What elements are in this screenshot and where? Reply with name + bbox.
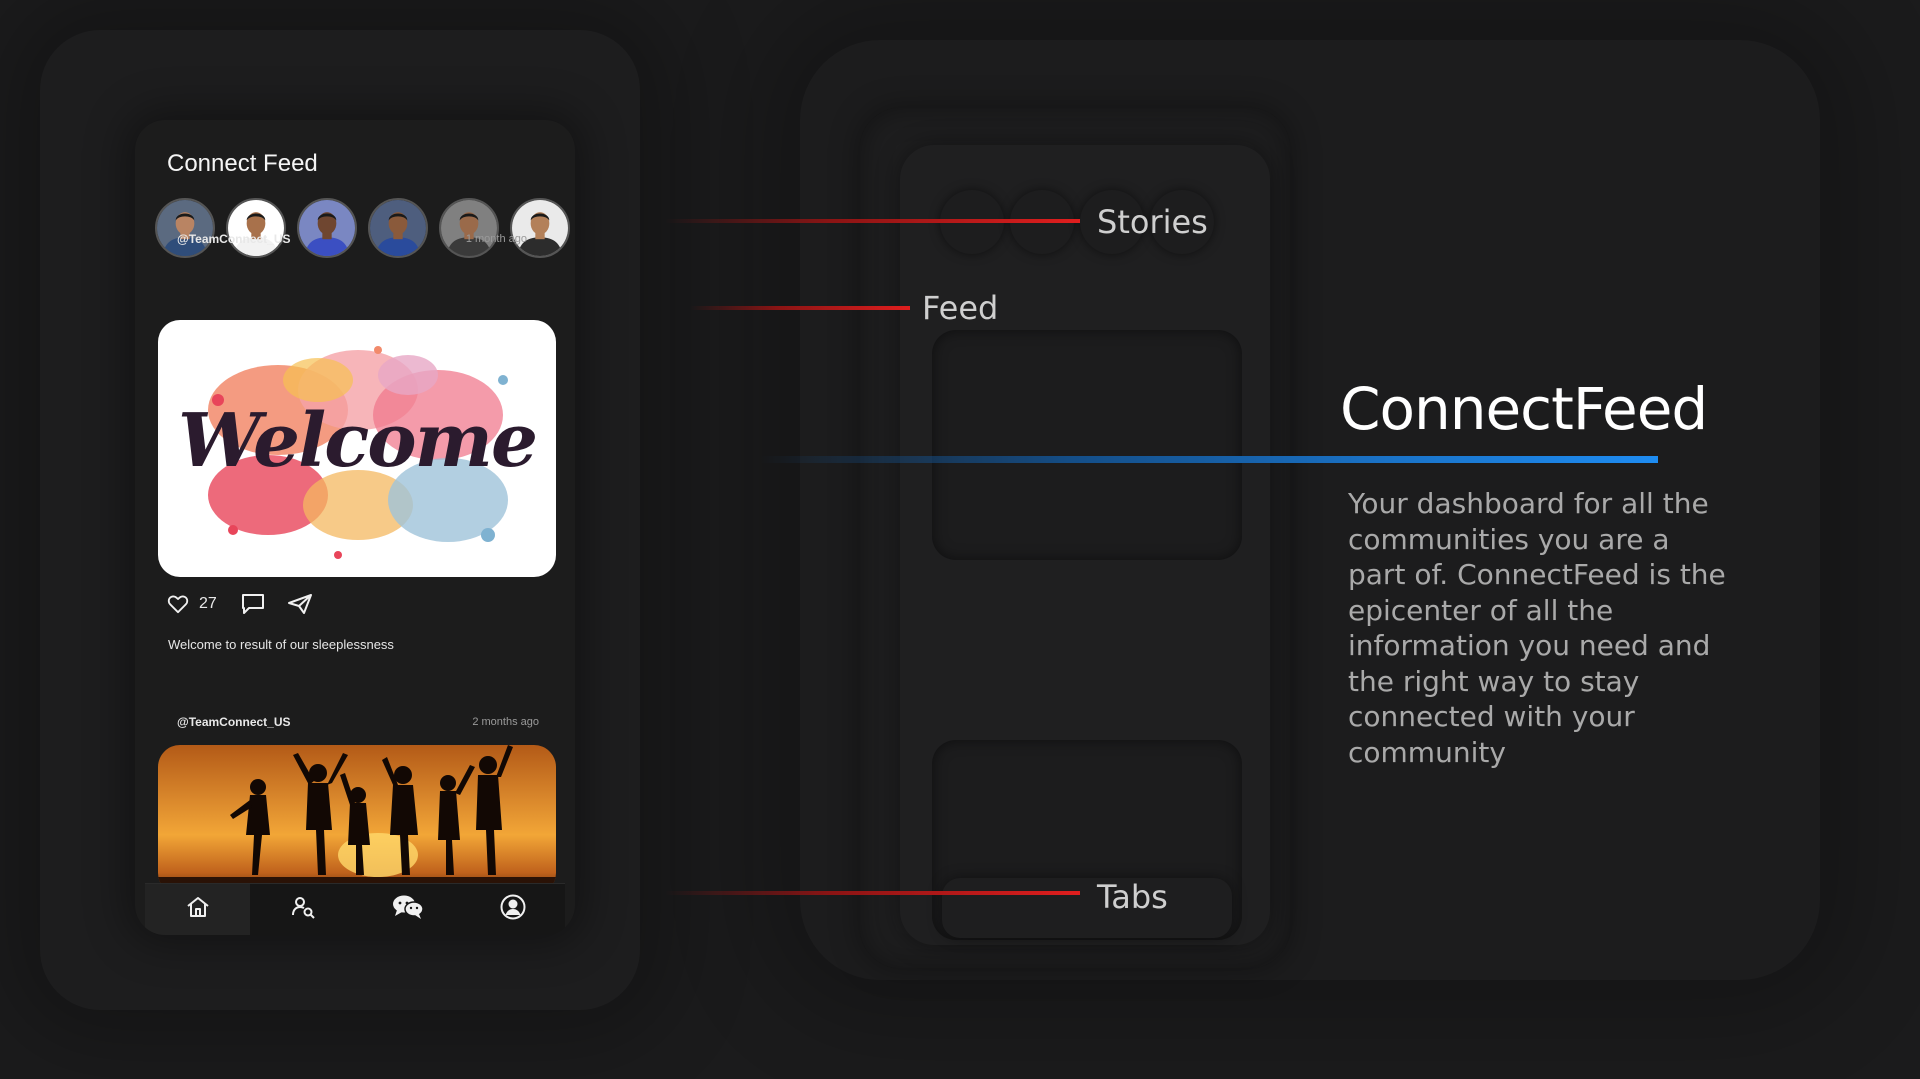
home-icon bbox=[185, 895, 211, 924]
tab-chat[interactable] bbox=[355, 884, 460, 935]
story-avatar[interactable] bbox=[439, 198, 499, 258]
story-avatar[interactable] bbox=[510, 198, 570, 258]
tabs-pointer-line bbox=[665, 891, 1080, 895]
ghost-feed-card bbox=[932, 330, 1242, 560]
tab-home[interactable] bbox=[145, 884, 250, 935]
heart-icon[interactable] bbox=[167, 594, 189, 614]
chat-icon bbox=[392, 894, 424, 925]
post-caption: Welcome to result of our sleeplessness bbox=[168, 637, 394, 652]
hero-underline bbox=[760, 456, 1658, 463]
stories-pointer-line bbox=[665, 219, 1080, 223]
post-timestamp: 2 months ago bbox=[472, 716, 539, 728]
post-header: @TeamConnect_US 1 month ago bbox=[177, 232, 527, 246]
bottom-tab-bar bbox=[145, 883, 565, 935]
story-avatar[interactable] bbox=[155, 198, 215, 258]
user-search-icon bbox=[290, 895, 316, 924]
avatar-portrait bbox=[157, 200, 213, 256]
story-avatar[interactable] bbox=[226, 198, 286, 258]
post-author-handle[interactable]: @TeamConnect_US bbox=[177, 232, 291, 246]
avatar-portrait bbox=[228, 200, 284, 256]
jumping-people-silhouette bbox=[158, 745, 556, 895]
feed-annotation-label: Feed bbox=[922, 289, 999, 327]
tabs-annotation-label: Tabs bbox=[1097, 878, 1168, 916]
post-author-handle[interactable]: @TeamConnect_US bbox=[177, 715, 291, 729]
post-image[interactable]: Welcome bbox=[158, 320, 556, 577]
story-avatar[interactable] bbox=[297, 198, 357, 258]
app-title: Connect Feed bbox=[167, 150, 318, 177]
ghost-tab-bar bbox=[942, 878, 1232, 938]
story-avatar[interactable] bbox=[368, 198, 428, 258]
avatar-portrait bbox=[370, 200, 426, 256]
comment-icon[interactable] bbox=[241, 593, 265, 615]
post-actions: 27 bbox=[167, 593, 313, 615]
post-timestamp: 1 month ago bbox=[465, 233, 527, 245]
profile-icon bbox=[500, 894, 526, 925]
tab-user-search[interactable] bbox=[250, 884, 355, 935]
avatar-portrait bbox=[441, 200, 497, 256]
stories-row bbox=[155, 198, 570, 258]
like-count: 27 bbox=[199, 595, 217, 612]
post-image[interactable] bbox=[158, 745, 556, 895]
hero-title: ConnectFeed bbox=[1340, 375, 1708, 443]
post-header: @TeamConnect_US 2 months ago bbox=[177, 715, 539, 729]
avatar-portrait bbox=[299, 200, 355, 256]
phone-mockup: Connect Feed @TeamConnect_US 1 month ago bbox=[135, 120, 575, 935]
share-icon[interactable] bbox=[287, 593, 313, 615]
tab-profile[interactable] bbox=[460, 884, 565, 935]
hero-description: Your dashboard for all the communities y… bbox=[1348, 487, 1726, 769]
avatar-portrait bbox=[512, 200, 568, 256]
feed-pointer-line bbox=[690, 306, 910, 310]
welcome-lettering: Welcome bbox=[177, 398, 538, 484]
stories-annotation-label: Stories bbox=[1097, 203, 1208, 241]
